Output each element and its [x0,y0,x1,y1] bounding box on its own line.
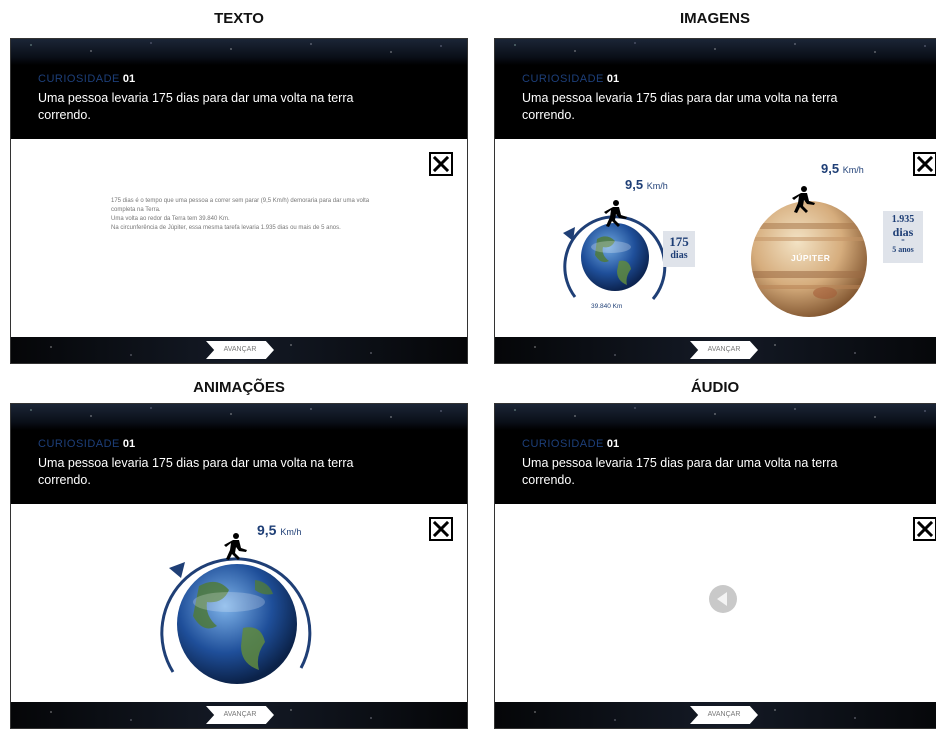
jupiter-illustration [751,186,867,317]
earth-icon [581,223,649,291]
earth-illustration [563,200,667,300]
text-paragraph-1: 175 dias é o tempo que uma pessoa a corr… [111,198,370,213]
curiosity-kicker: CURIOSIDADE 01 [38,438,135,450]
jupiter-equals: = [901,238,905,244]
advance-button[interactable]: AVANÇAR [690,706,758,724]
text-paragraph-2: Uma volta ao redor da Terra tem 39.840 K… [111,216,230,222]
speed-unit: Km/h [842,165,864,175]
earth-circumference: 39.840 Km [591,303,623,310]
jupiter-label: JÚPITER [791,253,831,263]
kicker-label: CURIOSIDADE [522,73,604,85]
earth-days-number: 175 [669,234,689,249]
curiosity-kicker: CURIOSIDADE 01 [522,73,619,85]
slide-headline: Uma pessoa levaria 175 dias para dar uma… [522,456,838,487]
runner-speed: 9,5 Km/h [257,522,301,538]
panel-audio: CURIOSIDADE 01 Uma pessoa levaria 175 dia… [494,403,936,729]
quadrant-label-imagens: IMAGENS [679,10,750,27]
close-x-icon [916,520,934,538]
kicker-label: CURIOSIDADE [38,438,120,450]
text-paragraph-3: Na circunferência de Júpiter, essa mesma… [111,225,341,231]
earth-days-badge: 175 dias [663,231,695,267]
kicker-label: CURIOSIDADE [522,438,604,450]
runner-icon [224,533,247,560]
speed-value: 9,5 [625,177,644,192]
slide-headline: Uma pessoa levaria 175 dias para dar uma… [522,91,838,122]
rotation-arrow-icon [169,562,185,578]
close-button[interactable] [913,152,936,176]
slide-headline: Uma pessoa levaria 175 dias para dar uma… [38,91,354,122]
close-x-icon [432,155,450,173]
quadrant-label-texto: TEXTO [214,10,264,27]
curiosity-kicker: CURIOSIDADE 01 [38,73,135,85]
slide-header: CURIOSIDADE 01 Uma pessoa levaria 175 dia… [11,39,467,139]
slide-header: CURIOSIDADE 01 Uma pessoa levaria 175 dia… [495,39,936,139]
close-button[interactable] [429,517,453,541]
earth-icon [177,564,297,684]
speed-unit: Km/h [280,527,302,537]
speed-value: 9,5 [821,161,840,176]
jupiter-years: 5 anos [892,245,914,254]
kicker-number: 01 [122,438,136,450]
earth-animation [160,533,312,684]
speed-unit: Km/h [646,181,668,191]
close-x-icon [916,155,934,173]
slide-header: CURIOSIDADE 01 Uma pessoa levaria 175 dia… [11,404,467,504]
runner-speed: 9,5 Km/h [821,161,864,176]
advance-button[interactable]: AVANÇAR [690,341,758,359]
earth-days-word: dias [670,250,688,261]
jupiter-days-badge: 1.935 dias = 5 anos [883,211,923,263]
advance-button[interactable]: AVANÇAR [206,341,274,359]
slide-headline: Uma pessoa levaria 175 dias para dar uma… [38,456,354,487]
kicker-number: 01 [122,73,136,85]
close-button[interactable] [429,152,453,176]
kicker-number: 01 [606,73,620,85]
slide-footer: AVANÇAR [11,702,467,728]
panel-animacoes: CURIOSIDADE 01 Uma pessoa levaria 175 dia… [10,403,468,729]
advance-button[interactable]: AVANÇAR [206,706,274,724]
audio-play-button[interactable] [708,584,738,614]
rotation-arrow-icon [563,227,575,241]
panel-imagens: CURIOSIDADE 01 Uma pessoa levaria 175 dia… [494,38,936,364]
panel-texto: CURIOSIDADE 01 Uma pessoa levaria 175 dia… [10,38,468,364]
text-body: 175 dias é o tempo que uma pessoa a corr… [111,197,373,233]
quadrant-label-animacoes: ANIMAÇÕES [193,379,285,396]
runner-icon [604,200,627,227]
slide-footer: AVANÇAR [495,337,936,363]
runner-speed: 9,5 Km/h [625,177,668,192]
slide-header: CURIOSIDADE 01 Uma pessoa levaria 175 dia… [495,404,936,504]
slide-footer: AVANÇAR [11,337,467,363]
speed-value: 9,5 [257,522,277,538]
kicker-number: 01 [606,438,620,450]
slide-footer: AVANÇAR [495,702,936,728]
jupiter-days-word: dias [892,225,914,239]
play-back-icon [709,585,737,613]
kicker-label: CURIOSIDADE [38,73,120,85]
quadrant-label-audio: ÁUDIO [690,379,740,396]
close-button[interactable] [913,517,936,541]
close-x-icon [432,520,450,538]
curiosity-kicker: CURIOSIDADE 01 [522,438,619,450]
